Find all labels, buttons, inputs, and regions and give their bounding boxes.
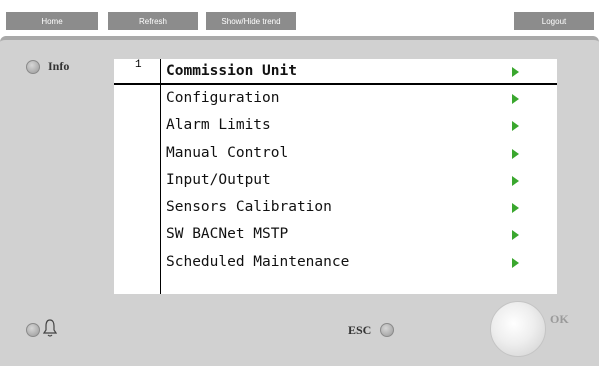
arrow-right-icon[interactable] [512, 230, 519, 240]
menu-item-input-output[interactable]: Input/Output [166, 172, 271, 188]
refresh-button[interactable]: Refresh [108, 12, 198, 30]
info-led[interactable] [26, 60, 40, 74]
menu-item-configuration[interactable]: Configuration [166, 90, 280, 106]
show-hide-trend-button[interactable]: Show/Hide trend [206, 12, 296, 30]
logout-button[interactable]: Logout [514, 12, 594, 30]
menu-item-sensors-calibration[interactable]: Sensors Calibration [166, 199, 332, 215]
menu-item-manual-control[interactable]: Manual Control [166, 145, 288, 161]
arrow-right-icon[interactable] [512, 149, 519, 159]
screen-divider-horizontal [114, 83, 557, 85]
home-button[interactable]: Home [6, 12, 98, 30]
esc-button[interactable] [380, 323, 394, 337]
arrow-right-icon[interactable] [512, 67, 519, 77]
ok-button[interactable] [490, 301, 546, 357]
esc-label: ESC [348, 323, 372, 337]
arrow-right-icon[interactable] [512, 121, 519, 131]
arrow-right-icon[interactable] [512, 203, 519, 213]
alarm-led[interactable] [26, 323, 40, 337]
menu-item-scheduled-maintenance[interactable]: Scheduled Maintenance [166, 254, 349, 270]
arrow-right-icon[interactable] [512, 94, 519, 104]
screen-divider-vertical [160, 59, 161, 294]
bell-icon[interactable] [43, 318, 57, 338]
page-number: 1 [135, 59, 142, 71]
menu-item-alarm-limits[interactable]: Alarm Limits [166, 117, 271, 133]
arrow-right-icon[interactable] [512, 258, 519, 268]
ok-label: OK [550, 312, 569, 326]
arrow-right-icon[interactable] [512, 176, 519, 186]
info-label: Info [48, 59, 70, 73]
menu-item-sw-bacnet-mstp[interactable]: SW BACNet MSTP [166, 226, 288, 242]
menu-item-commission-unit[interactable]: Commission Unit [166, 63, 297, 79]
